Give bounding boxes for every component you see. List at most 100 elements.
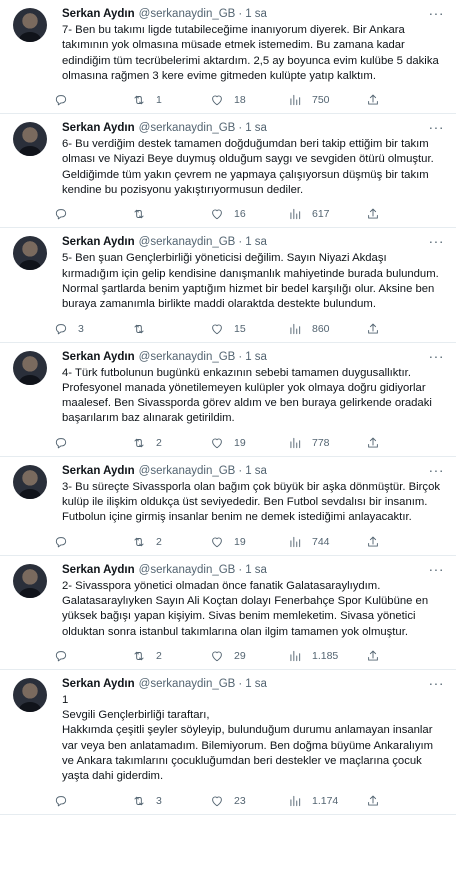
views-chart-icon	[290, 437, 301, 448]
retweet-icon	[134, 537, 144, 546]
author-name[interactable]: Serkan Aydın	[62, 349, 135, 365]
tweet[interactable]: Serkan Aydın @serkanaydin_GB · 1 sa ··· …	[0, 228, 456, 343]
retweet-button[interactable]: 2	[132, 649, 210, 663]
like-count: 15	[234, 322, 246, 335]
reply-button[interactable]: 3	[54, 322, 132, 336]
avatar[interactable]	[13, 8, 47, 42]
avatar[interactable]	[13, 122, 47, 157]
views-button[interactable]: 1.185	[288, 649, 366, 663]
reply-button[interactable]	[54, 93, 132, 107]
retweet-button[interactable]: 1	[132, 93, 210, 107]
author-handle[interactable]: @serkanaydin_GB	[139, 676, 236, 692]
more-horizontal-icon[interactable]: ···	[429, 349, 445, 363]
share-button[interactable]	[366, 436, 380, 450]
retweet-button[interactable]: 2	[132, 436, 210, 450]
tweet-time[interactable]: 1 sa	[245, 6, 267, 22]
tweet-header: Serkan Aydın @serkanaydin_GB · 1 sa	[62, 349, 444, 365]
retweet-icon	[134, 438, 144, 448]
author-name[interactable]: Serkan Aydın	[62, 562, 135, 578]
views-count: 860	[312, 322, 330, 335]
like-count: 18	[234, 94, 246, 107]
tweet[interactable]: Serkan Aydın @serkanaydin_GB · 1 sa ··· …	[0, 556, 456, 670]
avatar[interactable]	[13, 464, 47, 499]
more-horizontal-icon[interactable]: ···	[429, 562, 445, 576]
views-button[interactable]: 860	[288, 322, 366, 336]
header-separator: ·	[238, 350, 243, 363]
retweet-button[interactable]	[132, 322, 210, 336]
avatar[interactable]	[13, 677, 47, 712]
author-name[interactable]: Serkan Aydın	[62, 6, 135, 22]
author-name[interactable]: Serkan Aydın	[62, 234, 135, 250]
like-button[interactable]: 18	[210, 93, 288, 107]
views-button[interactable]: 617	[288, 207, 366, 221]
tweet-time[interactable]: 1 sa	[245, 562, 267, 578]
views-button[interactable]: 778	[288, 436, 366, 450]
retweet-button[interactable]	[132, 207, 210, 221]
heart-icon	[212, 537, 222, 547]
tweet-time[interactable]: 1 sa	[245, 120, 267, 136]
tweet-time[interactable]: 1 sa	[245, 234, 267, 250]
views-button[interactable]: 1.174	[288, 794, 366, 808]
more-horizontal-icon[interactable]: ···	[429, 6, 445, 20]
share-button[interactable]	[366, 535, 380, 549]
avatar[interactable]	[13, 350, 47, 385]
retweet-button[interactable]: 2	[132, 535, 210, 549]
retweet-icon	[134, 210, 144, 219]
tweet-time[interactable]: 1 sa	[245, 463, 267, 479]
like-button[interactable]: 19	[210, 436, 288, 450]
tweet[interactable]: Serkan Aydın @serkanaydin_GB · 1 sa ··· …	[0, 343, 456, 457]
views-count: 1.185	[312, 649, 339, 662]
author-name[interactable]: Serkan Aydın	[62, 120, 135, 136]
author-handle[interactable]: @serkanaydin_GB	[139, 463, 236, 479]
avatar[interactable]	[13, 236, 47, 271]
like-count: 19	[234, 436, 246, 449]
author-handle[interactable]: @serkanaydin_GB	[139, 349, 236, 365]
retweet-count: 1	[156, 94, 162, 107]
reply-count: 3	[78, 322, 84, 335]
more-horizontal-icon[interactable]: ···	[429, 120, 445, 134]
avatar[interactable]	[13, 563, 47, 598]
more-horizontal-icon[interactable]: ···	[429, 234, 445, 248]
tweet[interactable]: Serkan Aydın @serkanaydin_GB · 1 sa ··· …	[0, 0, 456, 115]
retweet-button[interactable]: 3	[132, 794, 210, 808]
reply-button[interactable]	[54, 794, 132, 808]
author-handle[interactable]: @serkanaydin_GB	[139, 6, 236, 22]
tweet-header: Serkan Aydın @serkanaydin_GB · 1 sa	[62, 463, 444, 479]
tweet-feed: Serkan Aydın @serkanaydin_GB · 1 sa ··· …	[0, 0, 456, 869]
share-button[interactable]	[366, 207, 380, 221]
like-button[interactable]: 15	[210, 322, 288, 336]
author-handle[interactable]: @serkanaydin_GB	[139, 234, 236, 250]
share-button[interactable]	[366, 649, 380, 663]
share-button[interactable]	[366, 322, 380, 336]
like-button[interactable]: 23	[210, 794, 288, 808]
reply-button[interactable]	[54, 436, 132, 450]
like-button[interactable]: 29	[210, 649, 288, 663]
author-handle[interactable]: @serkanaydin_GB	[139, 120, 236, 136]
tweet-time[interactable]: 1 sa	[245, 676, 267, 692]
share-icon	[368, 437, 378, 448]
tweet-actions: 2 19 778	[54, 430, 444, 456]
author-name[interactable]: Serkan Aydın	[62, 676, 135, 692]
like-button[interactable]: 19	[210, 535, 288, 549]
tweet[interactable]: Serkan Aydın @serkanaydin_GB · 1 sa ··· …	[0, 457, 456, 556]
share-icon	[368, 795, 378, 806]
share-button[interactable]	[366, 794, 380, 808]
reply-button[interactable]	[54, 535, 132, 549]
views-button[interactable]: 750	[288, 93, 366, 107]
views-chart-icon	[290, 536, 301, 547]
share-button[interactable]	[366, 93, 380, 107]
tweet[interactable]: Serkan Aydın @serkanaydin_GB · 1 sa ··· …	[0, 670, 456, 815]
tweet[interactable]: Serkan Aydın @serkanaydin_GB · 1 sa ··· …	[0, 114, 456, 229]
tweet-time[interactable]: 1 sa	[245, 349, 267, 365]
views-button[interactable]: 744	[288, 535, 366, 549]
views-chart-icon	[290, 95, 301, 106]
reply-button[interactable]	[54, 207, 132, 221]
author-handle[interactable]: @serkanaydin_GB	[139, 562, 236, 578]
retweet-count: 2	[156, 649, 162, 662]
tweet-actions: 2 19 744	[54, 529, 444, 555]
author-name[interactable]: Serkan Aydın	[62, 463, 135, 479]
more-horizontal-icon[interactable]: ···	[429, 676, 445, 690]
reply-button[interactable]	[54, 649, 132, 663]
like-button[interactable]: 16	[210, 207, 288, 221]
more-horizontal-icon[interactable]: ···	[429, 463, 445, 477]
